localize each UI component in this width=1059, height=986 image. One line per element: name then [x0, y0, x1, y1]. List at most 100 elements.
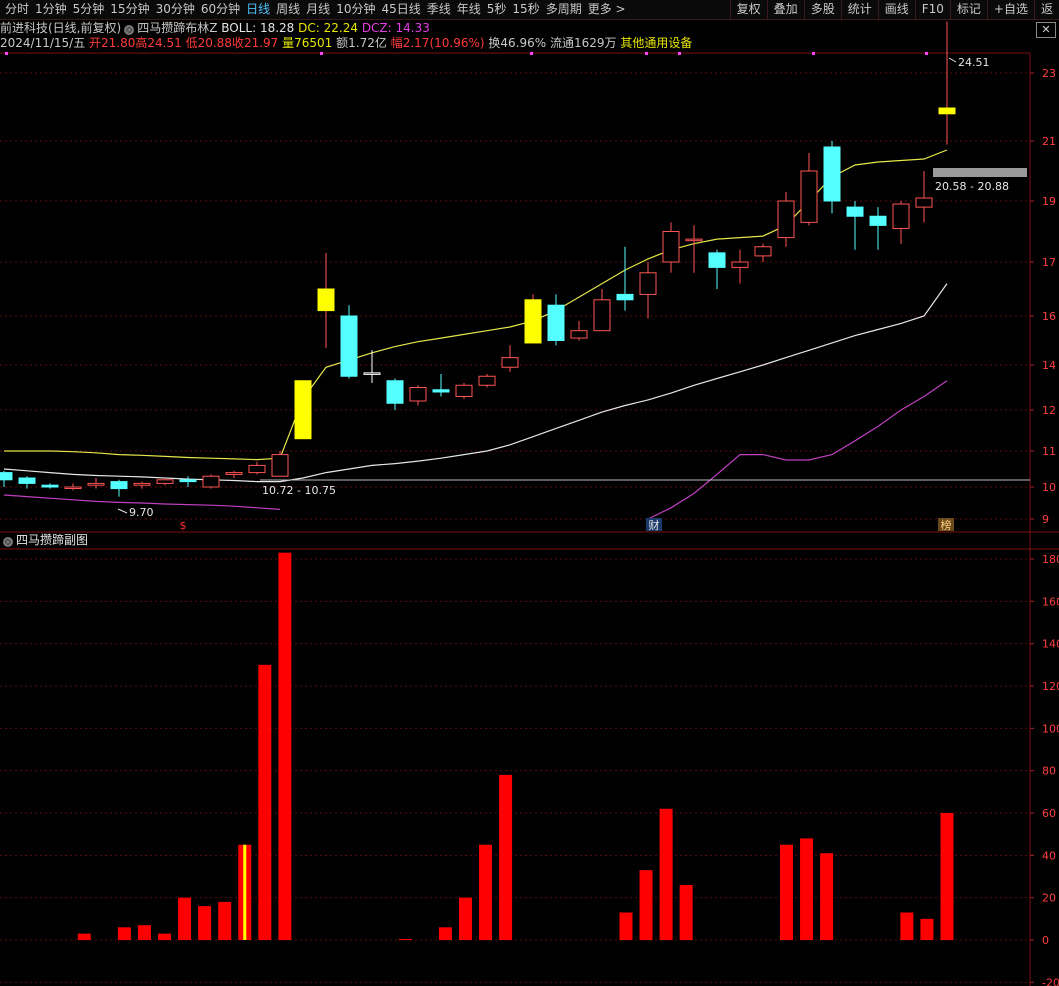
- candle-body: [478, 375, 496, 386]
- tool-button[interactable]: 画线: [877, 0, 915, 19]
- sub-bar: [900, 912, 914, 940]
- sub-bar: [779, 844, 793, 940]
- candle-body: [432, 389, 450, 393]
- sub-bar: [920, 918, 934, 940]
- close-button[interactable]: ✕: [1036, 22, 1056, 38]
- range-annotation-1: 10.72 - 10.75: [262, 484, 336, 497]
- sub-bar: [178, 897, 192, 940]
- tool-button[interactable]: F10: [914, 0, 950, 19]
- tool-button[interactable]: 叠加: [766, 0, 804, 19]
- candle-body: [731, 261, 749, 268]
- candle-body: [225, 472, 243, 475]
- kline-chart-svg[interactable]: 23 21 19 17 16 14 12 11 10 9 24.51 9.70 10.72 - 10.7…: [0, 0, 1059, 986]
- price-axis-label: 11: [1042, 445, 1056, 458]
- tool-button[interactable]: 统计: [840, 0, 878, 19]
- sub-bar: [679, 884, 693, 940]
- tool-button[interactable]: 多股: [803, 0, 841, 19]
- sub-bar: [659, 808, 673, 940]
- signal-dot: [5, 52, 8, 55]
- low-annotation: 9.70: [129, 506, 154, 519]
- boll-value: BOLL: 18.28: [221, 21, 295, 35]
- period-tab[interactable]: 季线: [424, 0, 454, 19]
- sub-bar: [137, 925, 151, 940]
- candle-body: [708, 252, 726, 268]
- tool-button[interactable]: 复权: [729, 0, 767, 19]
- price-axis-label: 17: [1042, 256, 1056, 269]
- price-axis-label: 21: [1042, 135, 1056, 148]
- period-tab[interactable]: 60分钟: [198, 0, 243, 19]
- quote-amount: 额1.72亿: [336, 36, 387, 50]
- candle-body: [317, 288, 335, 312]
- signal-dot: [925, 52, 928, 55]
- quote-low: 低20.88: [185, 36, 232, 50]
- period-tab[interactable]: 月线: [303, 0, 333, 19]
- sub-bar: [158, 933, 172, 940]
- period-tab[interactable]: 日线: [243, 0, 273, 19]
- candle-body: [64, 486, 82, 489]
- candle-body: [179, 479, 197, 483]
- period-tab[interactable]: 多周期: [543, 0, 585, 19]
- candle-body: [110, 481, 128, 490]
- sub-axis-label: 0: [1042, 934, 1049, 947]
- candle-body: [685, 238, 703, 242]
- low-arrow: [117, 508, 128, 514]
- period-tab[interactable]: 分时: [2, 0, 32, 19]
- sub-bar: [800, 838, 814, 940]
- candle-body: [386, 380, 404, 404]
- period-tab[interactable]: 15分钟: [107, 0, 152, 19]
- quote-line: 2024/11/15/五 开21.80高24.51 低20.88收21.97 量…: [0, 35, 692, 51]
- sub-axis-label: 120: [1042, 680, 1059, 693]
- candle-body: [869, 215, 887, 226]
- collapse-icon[interactable]: ◇: [3, 537, 13, 547]
- period-tab[interactable]: 1分钟: [32, 0, 70, 19]
- price-axis-label: 16: [1042, 310, 1056, 323]
- candle-body: [777, 200, 795, 239]
- period-tab[interactable]: 5分钟: [70, 0, 108, 19]
- candle-body: [294, 380, 312, 440]
- badge-cai: 财: [649, 518, 660, 532]
- period-tab[interactable]: 周线: [273, 0, 303, 19]
- candle-body: [271, 454, 289, 477]
- indicator-header: 前进科技(日线,前复权) ◇ 四马攒蹄布林Z BOLL: 18.28 DC: 22.…: [0, 20, 430, 36]
- boll-lower-line: [3, 380, 948, 520]
- period-tab[interactable]: 15秒: [509, 0, 542, 19]
- quote-float: 流通1629万: [549, 36, 617, 50]
- quote-industry: 其他通用设备: [620, 36, 693, 50]
- period-tab[interactable]: 年线: [454, 0, 484, 19]
- collapse-icon[interactable]: ◇: [124, 25, 135, 35]
- candle-body: [501, 357, 519, 368]
- signal-dot: [645, 52, 648, 55]
- sub-axis-label: 20: [1042, 892, 1056, 905]
- candle-body: [938, 107, 956, 115]
- sub-bar: [398, 938, 412, 940]
- period-tab[interactable]: 5秒: [484, 0, 510, 19]
- sub-bar: [619, 912, 633, 940]
- price-axis-label: 10: [1042, 481, 1056, 494]
- quote-volume: 量76501: [282, 36, 333, 50]
- sub-bar: [820, 853, 834, 940]
- period-tab[interactable]: 10分钟: [333, 0, 378, 19]
- period-tab[interactable]: 更多 >: [585, 0, 629, 19]
- sub-bar: [198, 906, 212, 940]
- candle-body: [800, 170, 818, 223]
- candle-body: [18, 477, 36, 484]
- sub-bar: [940, 813, 954, 940]
- tool-button[interactable]: 返: [1033, 0, 1059, 19]
- sub-axis-label: 60: [1042, 807, 1056, 820]
- sub-axis-label: 100: [1042, 722, 1059, 735]
- period-tab[interactable]: 45日线: [378, 0, 423, 19]
- tool-button[interactable]: +自选: [986, 0, 1034, 19]
- sub-axis-label: 180: [1042, 553, 1059, 566]
- candle-body: [639, 272, 657, 295]
- badge-bang: 榜: [941, 518, 952, 532]
- quote-change: 幅2.17(10.96%): [390, 36, 485, 50]
- candle-body: [0, 472, 13, 481]
- stock-name: 前进科技(日线,前复权): [0, 21, 122, 35]
- candle-body: [570, 330, 588, 339]
- candle-body: [846, 206, 864, 217]
- tool-button[interactable]: 标记: [949, 0, 987, 19]
- sub-bar: [499, 774, 513, 940]
- indicator-name[interactable]: 四马攒蹄布林Z: [137, 21, 217, 35]
- period-tab[interactable]: 30分钟: [153, 0, 198, 19]
- dc-value: DC: 22.24: [298, 21, 358, 35]
